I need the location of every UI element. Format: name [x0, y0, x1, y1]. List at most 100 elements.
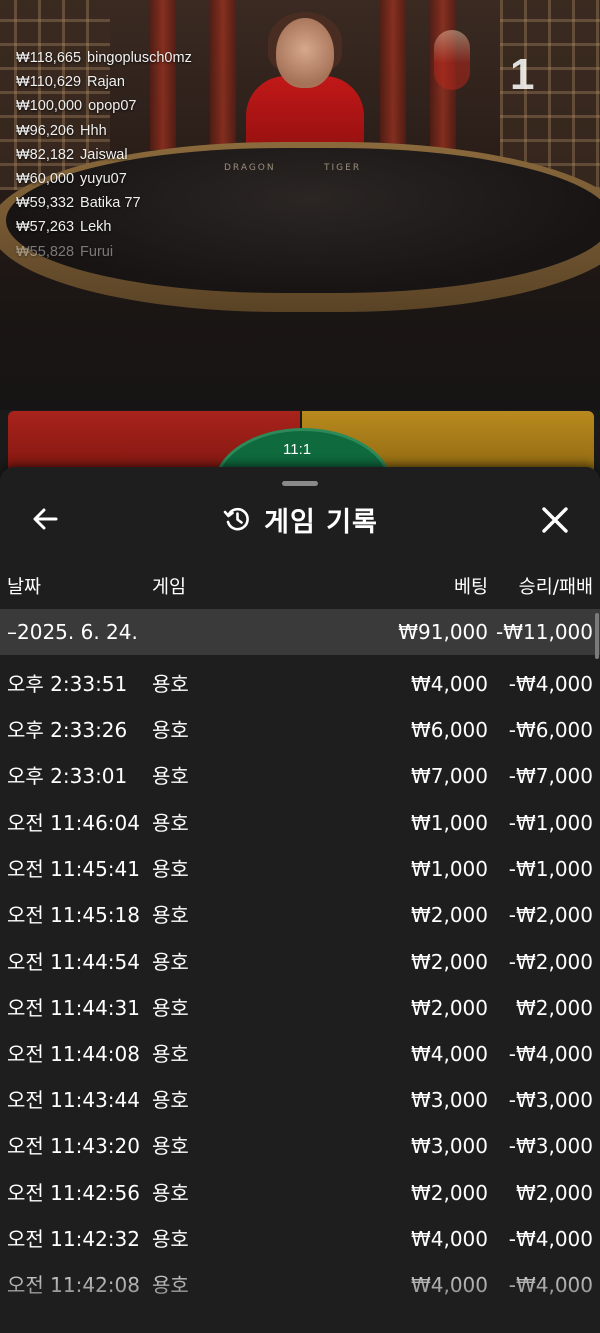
history-row[interactable]: 오전 11:44:08 용호 ₩4,000 -₩4,000 [0, 1031, 600, 1077]
row-time: 오전 11:45:18 [7, 903, 140, 927]
scrollbar[interactable] [595, 613, 599, 659]
row-bet: ₩2,000 [410, 950, 488, 974]
row-time: 오전 11:42:56 [7, 1181, 140, 1205]
row-game: 용호 [152, 1227, 189, 1251]
row-bet: ₩4,000 [410, 672, 488, 696]
history-row[interactable]: 오전 11:43:44 용호 ₩3,000 -₩3,000 [0, 1077, 600, 1123]
date-group-bet-total: ₩91,000 [398, 620, 488, 644]
row-time: 오전 11:43:20 [7, 1134, 140, 1158]
row-result: -₩7,000 [508, 764, 593, 788]
row-bet: ₩1,000 [410, 811, 488, 835]
sheet-header: 게임 기록 [0, 497, 600, 541]
history-row[interactable]: 오후 2:33:01 용호 ₩7,000 -₩7,000 [0, 753, 600, 799]
row-result: -₩4,000 [508, 1227, 593, 1251]
leaderboard-row: ₩55,828 Furui [16, 240, 192, 264]
leaderboard-amount: ₩57,263 [16, 219, 75, 236]
row-time: 오전 11:45:41 [7, 857, 140, 881]
row-bet: ₩7,000 [410, 764, 488, 788]
leaderboard-name: opop07 [88, 98, 137, 115]
leaderboard-row: ₩60,000 yuyu07 [16, 167, 192, 191]
row-game: 용호 [152, 996, 189, 1020]
history-row[interactable]: 오후 2:33:26 용호 ₩6,000 -₩6,000 [0, 707, 600, 753]
leaderboard-name: yuyu07 [80, 171, 127, 188]
history-row[interactable]: 오전 11:43:20 용호 ₩3,000 -₩3,000 [0, 1123, 600, 1169]
row-time: 오전 11:43:44 [7, 1088, 140, 1112]
leaderboard-name: bingoplusch0mz [87, 50, 192, 66]
leaderboard-name: Furui [80, 243, 114, 260]
row-time: 오전 11:44:08 [7, 1042, 140, 1066]
row-time: 오후 2:33:51 [7, 672, 128, 696]
row-game: 용호 [152, 764, 189, 788]
live-video-stream: DRAGON TIGER 1 ₩118,665 bingoplusch0mz ₩1… [0, 0, 600, 410]
leaderboard-row: ₩118,665 bingoplusch0mz [16, 46, 192, 70]
row-result: -₩6,000 [508, 718, 593, 742]
history-row[interactable]: 오전 11:42:32 용호 ₩4,000 -₩4,000 [0, 1216, 600, 1262]
leaderboard-amount: ₩96,206 [16, 122, 75, 139]
leaderboard-amount: ₩82,182 [16, 146, 75, 163]
row-game: 용호 [152, 857, 189, 881]
date-group-result-total: -₩11,000 [496, 620, 593, 644]
history-row[interactable]: 오전 11:44:54 용호 ₩2,000 -₩2,000 [0, 939, 600, 985]
row-bet: ₩3,000 [410, 1134, 488, 1158]
leaderboard-amount: ₩100,000 [16, 98, 83, 115]
sheet-title: 게임 기록 [264, 506, 378, 538]
dealer-head [276, 18, 334, 88]
row-time: 오전 11:42:32 [7, 1227, 140, 1251]
row-time: 오후 2:33:01 [7, 764, 128, 788]
row-result: -₩2,000 [508, 903, 593, 927]
history-row[interactable]: 오전 11:44:31 용호 ₩2,000 ₩2,000 [0, 985, 600, 1031]
row-time: 오전 11:42:08 [7, 1273, 140, 1297]
row-result: -₩1,000 [508, 857, 593, 881]
leaderboard-amount: ₩59,332 [16, 195, 75, 212]
winners-leaderboard: ₩118,665 bingoplusch0mz ₩110,629 Rajan ₩10… [16, 46, 192, 264]
leaderboard-amount: ₩60,000 [16, 171, 75, 188]
table-label-dragon: DRAGON [224, 163, 276, 173]
history-list[interactable]: –2025. 6. 24. ₩91,000 -₩11,000 오후 2:33:5… [0, 609, 600, 1333]
tie-payout-ratio: 11:1 [283, 441, 312, 458]
row-result: -₩2,000 [508, 950, 593, 974]
leaderboard-amount: ₩55,828 [16, 243, 75, 260]
row-bet: ₩6,000 [410, 718, 488, 742]
history-row[interactable]: 오전 11:45:41 용호 ₩1,000 -₩1,000 [0, 846, 600, 892]
leaderboard-row: ₩82,182 Jaiswal [16, 143, 192, 167]
row-result: -₩1,000 [508, 811, 593, 835]
leaderboard-row: ₩96,206 Hhh [16, 119, 192, 143]
row-bet: ₩4,000 [410, 1042, 488, 1066]
column-header-bet[interactable]: 베팅 [454, 573, 488, 599]
leaderboard-name: Jaiswal [80, 146, 128, 163]
history-row[interactable]: 오전 11:45:18 용호 ₩2,000 -₩2,000 [0, 892, 600, 938]
date-group-row[interactable]: –2025. 6. 24. ₩91,000 -₩11,000 [0, 609, 600, 655]
row-game: 용호 [152, 1042, 189, 1066]
leaderboard-amount: ₩118,665 [16, 50, 82, 66]
row-game: 용호 [152, 1134, 189, 1158]
row-game: 용호 [152, 811, 189, 835]
close-icon [542, 507, 568, 533]
history-row[interactable]: 오전 11:42:08 용호 ₩4,000 -₩4,000 [0, 1262, 600, 1308]
row-result: -₩3,000 [508, 1088, 593, 1112]
round-number: 1 [510, 50, 535, 99]
history-row[interactable]: 오전 11:42:56 용호 ₩2,000 ₩2,000 [0, 1170, 600, 1216]
row-result: -₩3,000 [508, 1134, 593, 1158]
row-result: -₩4,000 [508, 672, 593, 696]
pillar-decoration [380, 0, 406, 150]
row-result: -₩4,000 [508, 1273, 593, 1297]
history-row[interactable]: 오전 11:46:04 용호 ₩1,000 -₩1,000 [0, 800, 600, 846]
history-row[interactable]: 오후 2:33:51 용호 ₩4,000 -₩4,000 [0, 661, 600, 707]
drag-handle[interactable] [282, 481, 318, 486]
close-button[interactable] [536, 501, 574, 539]
column-header-date[interactable]: 날짜 [7, 573, 41, 599]
row-game: 용호 [152, 903, 189, 927]
pillar-decoration [210, 0, 236, 150]
row-result: ₩2,000 [515, 996, 593, 1020]
row-game: 용호 [152, 1273, 189, 1297]
leaderboard-row: ₩59,332 Batika 77 [16, 191, 192, 215]
leaderboard-row: ₩57,263 Lekh [16, 215, 192, 239]
row-game: 용호 [152, 950, 189, 974]
row-bet: ₩4,000 [410, 1273, 488, 1297]
leaderboard-amount: ₩110,629 [16, 74, 82, 91]
row-result: -₩4,000 [508, 1042, 593, 1066]
row-bet: ₩3,000 [410, 1088, 488, 1112]
column-header-game[interactable]: 게임 [152, 573, 186, 599]
row-time: 오후 2:33:26 [7, 718, 128, 742]
column-header-result[interactable]: 승리/패배 [519, 573, 593, 599]
